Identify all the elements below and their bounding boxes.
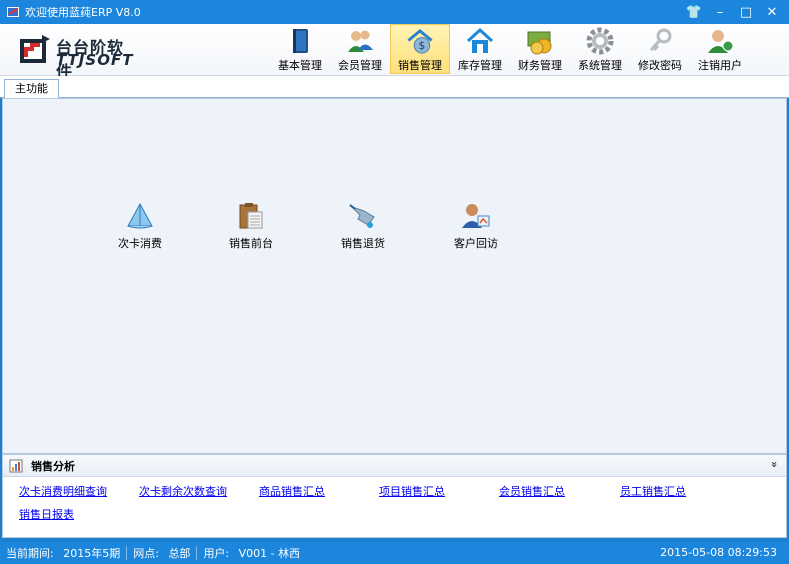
tool-label: 系统管理 xyxy=(578,59,622,72)
link-card-consumption-detail[interactable]: 次卡消费明细查询 xyxy=(19,483,107,499)
status-site-label: 网点: xyxy=(133,547,159,560)
tool-change-password[interactable]: 修改密码 xyxy=(630,24,690,74)
tool-logout-user[interactable]: 注销用户 xyxy=(690,24,750,74)
clipboard-icon xyxy=(239,203,263,229)
return-cart-icon xyxy=(349,204,375,228)
status-site-value: 总部 xyxy=(168,547,191,560)
key-icon xyxy=(649,28,672,52)
main-function-panel: 次卡消费 销售前台 销售退货 客户回访 xyxy=(2,98,787,454)
tool-sales-management[interactable]: $ 销售管理 xyxy=(390,24,450,74)
link-product-sales-summary[interactable]: 商品销售汇总 xyxy=(259,483,325,499)
maximize-button[interactable]: □ xyxy=(733,0,759,24)
function-label: 客户回访 xyxy=(454,237,498,250)
gear-icon xyxy=(586,27,614,55)
link-item-sales-summary[interactable]: 项目销售汇总 xyxy=(379,483,445,499)
tool-label: 销售管理 xyxy=(398,59,442,72)
minimize-button[interactable]: – xyxy=(707,0,733,24)
link-employee-sales-summary[interactable]: 员工销售汇总 xyxy=(620,483,686,499)
tool-member-management[interactable]: 会员管理 xyxy=(330,24,390,74)
function-card-consumption[interactable]: 次卡消费 xyxy=(100,201,180,251)
tool-finance-management[interactable]: 财务管理 xyxy=(510,24,570,74)
close-button[interactable]: ✕ xyxy=(759,0,785,24)
status-user: 用户: V001 - 林西 xyxy=(197,545,306,561)
house-icon xyxy=(466,27,494,53)
tool-label: 注销用户 xyxy=(698,59,742,72)
link-daily-sales-report[interactable]: 销售日报表 xyxy=(19,506,74,522)
status-datetime: 2015-05-08 08:29:53 xyxy=(660,546,777,559)
status-period-label: 当前期间: xyxy=(6,547,54,560)
logo-text-en: TTJSOFT xyxy=(56,51,134,69)
user-logout-icon xyxy=(708,30,734,53)
tool-label: 财务管理 xyxy=(518,59,562,72)
status-period: 当前期间: 2015年5期 xyxy=(0,545,126,561)
function-card-sales-frontdesk[interactable]: 销售前台 xyxy=(211,201,291,251)
report-icon xyxy=(9,459,23,472)
status-period-value: 2015年5期 xyxy=(63,547,121,560)
money-house-icon: $ xyxy=(407,28,433,54)
tab-main-functions[interactable]: 主功能 xyxy=(4,79,59,99)
tool-label: 修改密码 xyxy=(638,59,682,72)
tool-label: 基本管理 xyxy=(278,59,322,72)
tab-strip: 主功能 xyxy=(0,76,789,99)
collapse-chevron-icon[interactable]: » xyxy=(768,461,781,468)
tool-label: 库存管理 xyxy=(458,59,502,72)
sales-analysis-title: 销售分析 xyxy=(31,459,75,473)
tool-label: 会员管理 xyxy=(338,59,382,72)
tool-system-management[interactable]: 系统管理 xyxy=(570,24,630,74)
function-label: 次卡消费 xyxy=(118,237,162,250)
link-card-remaining-count[interactable]: 次卡剩余次数查询 xyxy=(139,483,227,499)
svg-text:$: $ xyxy=(419,39,426,52)
status-user-value: V001 - 林西 xyxy=(238,547,301,560)
book-icon xyxy=(293,29,308,53)
coins-icon xyxy=(527,31,552,55)
tool-inventory-management[interactable]: 库存管理 xyxy=(450,24,510,74)
function-label: 销售退货 xyxy=(341,237,385,250)
skin-button[interactable]: 👕 xyxy=(681,0,707,24)
toolbar: 台台阶软件 TTJSOFT 基本管理 会员管理 $ 销售管理 库存管理 财务管理… xyxy=(0,24,789,81)
window-title: 欢迎使用蓝莼ERP V8.0 xyxy=(25,6,141,19)
function-card-customer-revisit[interactable]: 客户回访 xyxy=(436,201,516,251)
module-toolbar: 基本管理 会员管理 $ 销售管理 库存管理 财务管理 系统管理 修改密码 注销用… xyxy=(270,24,750,74)
logo: 台台阶软件 TTJSOFT xyxy=(18,32,138,81)
pyramid-icon xyxy=(127,202,153,229)
function-label: 销售前台 xyxy=(229,237,273,250)
function-card-sales-return[interactable]: 销售退货 xyxy=(323,201,403,251)
sales-analysis-panel: 销售分析 » 次卡消费明细查询 次卡剩余次数查询 商品销售汇总 项目销售汇总 会… xyxy=(2,454,787,538)
link-member-sales-summary[interactable]: 会员销售汇总 xyxy=(499,483,565,499)
tool-basic-management[interactable]: 基本管理 xyxy=(270,24,330,74)
customer-visit-icon xyxy=(462,204,490,228)
status-site: 网点: 总部 xyxy=(127,545,196,561)
title-bar: 欢迎使用蓝莼ERP V8.0 👕 – □ ✕ xyxy=(0,0,789,24)
sales-analysis-header[interactable]: 销售分析 » xyxy=(3,455,786,477)
app-icon xyxy=(7,7,19,17)
status-user-label: 用户: xyxy=(203,547,230,560)
users-icon xyxy=(348,30,373,52)
status-bar: 当前期间: 2015年5期 网点: 总部 用户: V001 - 林西 2015-… xyxy=(0,542,789,564)
logo-icon xyxy=(20,35,50,63)
